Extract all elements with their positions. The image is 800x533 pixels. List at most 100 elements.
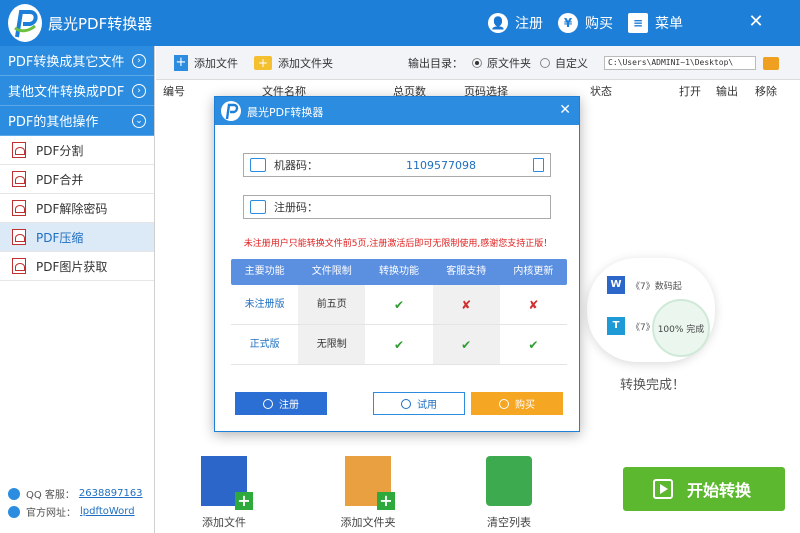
radio-label: 自定义 <box>555 57 588 70</box>
sidebar-group-pdf-to-other[interactable]: PDF转换成其它文件 › <box>0 46 154 76</box>
play-icon <box>653 479 673 499</box>
broom-icon <box>486 456 532 506</box>
app-logo-icon <box>221 101 241 121</box>
copy-icon[interactable] <box>533 158 544 172</box>
radio-label: 原文件夹 <box>487 57 531 70</box>
qq-label: QQ 客服： <box>26 490 75 501</box>
chevron-right-icon: › <box>132 84 146 98</box>
sidebar-item-pdf-unlock[interactable]: PDF解除密码 <box>0 194 154 223</box>
user-icon: 👤 <box>488 13 508 33</box>
sidebar-item-pdf-compress[interactable]: PDF压缩 <box>0 223 154 252</box>
sidebar-item-pdf-image-extract[interactable]: PDF图片获取 <box>0 252 154 281</box>
menu-button[interactable]: ≡ 菜单 <box>628 12 683 34</box>
pdf-icon <box>12 142 26 158</box>
add-folder-label: 添加文件夹 <box>278 57 333 70</box>
cart-icon <box>499 398 509 409</box>
key-icon <box>263 398 273 409</box>
sidebar-item-label: PDF合并 <box>36 172 84 187</box>
radio-unchecked-icon <box>540 58 550 68</box>
buy-button[interactable]: ¥ 购买 <box>558 12 613 34</box>
menu-label: 菜单 <box>655 16 683 32</box>
monitor-icon <box>250 158 266 172</box>
add-folder-icon <box>345 456 395 510</box>
sidebar-item-pdf-split[interactable]: PDF分割 <box>0 136 154 165</box>
table-header-cell: 主要功能 <box>244 266 285 277</box>
browse-folder-icon[interactable] <box>763 57 779 70</box>
machine-code-value: 1109577098 <box>406 158 476 172</box>
official-site: 官方网址： lpdftoWord <box>8 504 135 519</box>
clear-list-button[interactable]: 清空列表 <box>464 456 554 530</box>
sidebar-group-other-ops[interactable]: PDF的其他操作 ⌄ <box>0 106 154 136</box>
edition-comparison-table: 主要功能 文件限制 转换功能 客服支持 内核更新 未注册版 前五页 ✔ ✘ ✘ … <box>231 259 567 369</box>
dialog-buy-label: 购买 <box>515 400 535 411</box>
radio-original-folder[interactable]: 原文件夹 <box>472 55 531 71</box>
conversion-done-text: 转换完成！ <box>620 378 686 393</box>
column-header: 移除 <box>755 85 777 98</box>
registration-code-label: 注册码： <box>274 201 318 214</box>
dialog-trial-label: 试用 <box>417 400 437 411</box>
qq-support: QQ 客服： 2638897163 <box>8 486 143 501</box>
app-title: 晨光PDF转换器 <box>48 15 153 33</box>
register-button[interactable]: 👤 注册 <box>488 12 543 34</box>
qq-link[interactable]: 2638897163 <box>79 488 143 499</box>
key-icon <box>250 200 266 214</box>
table-header-cell: 转换功能 <box>379 266 419 277</box>
radio-custom-folder[interactable]: 自定义 <box>540 55 588 71</box>
dialog-buy-button[interactable]: 购买 <box>471 392 563 415</box>
bottom-add-file-button[interactable]: 添加文件 <box>179 456 269 530</box>
column-header: 编号 <box>163 85 185 98</box>
progress-complete-badge: 100% 完成 <box>652 299 710 357</box>
column-header: 打开 <box>679 85 701 98</box>
dialog-register-label: 注册 <box>279 400 299 411</box>
file-limit-cell: 前五页 <box>298 285 366 324</box>
table-row: 正式版 无限制 ✔ ✔ ✔ <box>231 325 567 365</box>
illustration-row: T 《7》 <box>607 317 655 335</box>
check-icon: ✔ <box>432 325 500 364</box>
check-icon: ✔ <box>528 338 539 352</box>
close-icon[interactable]: ✕ <box>559 101 571 119</box>
add-document-icon <box>201 456 253 510</box>
close-icon[interactable]: ✕ <box>746 12 766 32</box>
add-file-button[interactable]: + 添加文件 <box>174 55 238 71</box>
sidebar-group-other-to-pdf[interactable]: 其他文件转换成PDF › <box>0 76 154 106</box>
cross-icon: ✘ <box>528 298 539 312</box>
edition-label: 未注册版 <box>244 299 285 310</box>
bottom-add-folder-button[interactable]: 添加文件夹 <box>323 456 413 530</box>
check-icon: ✔ <box>393 298 405 312</box>
menu-icon: ≡ <box>628 13 648 33</box>
file-limit-cell: 无限制 <box>298 325 366 364</box>
registration-code-field[interactable]: 注册码： <box>243 195 551 219</box>
browser-icon <box>8 505 20 518</box>
buy-label: 购买 <box>585 16 613 32</box>
sidebar-group-label: PDF转换成其它文件 <box>8 55 125 70</box>
sidebar-group-label: PDF的其他操作 <box>8 115 99 130</box>
start-convert-label: 开始转换 <box>687 481 752 500</box>
sidebar-item-label: PDF解除密码 <box>36 201 108 216</box>
start-convert-button[interactable]: 开始转换 <box>623 467 785 511</box>
add-folder-button[interactable]: + 添加文件夹 <box>254 55 333 71</box>
title-bar: 晨光PDF转换器 👤 注册 ¥ 购买 ≡ 菜单 ✕ <box>0 0 800 46</box>
table-row: 未注册版 前五页 ✔ ✘ ✘ <box>231 285 567 325</box>
table-header-cell: 客服支持 <box>446 266 487 277</box>
bottom-add-folder-label: 添加文件夹 <box>340 516 396 529</box>
dialog-title: 晨光PDF转换器 <box>247 106 324 119</box>
pdf-icon <box>12 171 26 187</box>
check-icon: ✔ <box>393 338 405 352</box>
illustration-text: 《7》数码起 <box>631 281 682 292</box>
output-path-field[interactable]: C:\Users\ADMINI~1\Desktop\ <box>604 56 756 70</box>
pdf-icon <box>12 200 26 216</box>
dialog-register-button[interactable]: 注册 <box>235 392 327 415</box>
output-dir-label: 输出目录： <box>408 57 463 70</box>
add-file-label: 添加文件 <box>194 57 238 70</box>
app-logo-icon <box>8 4 42 42</box>
sidebar-item-pdf-merge[interactable]: PDF合并 <box>0 165 154 194</box>
qq-icon <box>8 487 20 500</box>
site-link[interactable]: lpdftoWord <box>80 506 135 517</box>
illustration-row: W 《7》数码起 <box>607 276 682 294</box>
dialog-trial-button[interactable]: 试用 <box>373 392 465 415</box>
sidebar-group-label: 其他文件转换成PDF <box>8 85 125 100</box>
machine-code-field[interactable]: 机器码： 1109577098 <box>243 153 551 177</box>
pdf-icon <box>12 229 26 245</box>
yen-icon: ¥ <box>558 13 578 33</box>
register-label: 注册 <box>515 16 543 32</box>
